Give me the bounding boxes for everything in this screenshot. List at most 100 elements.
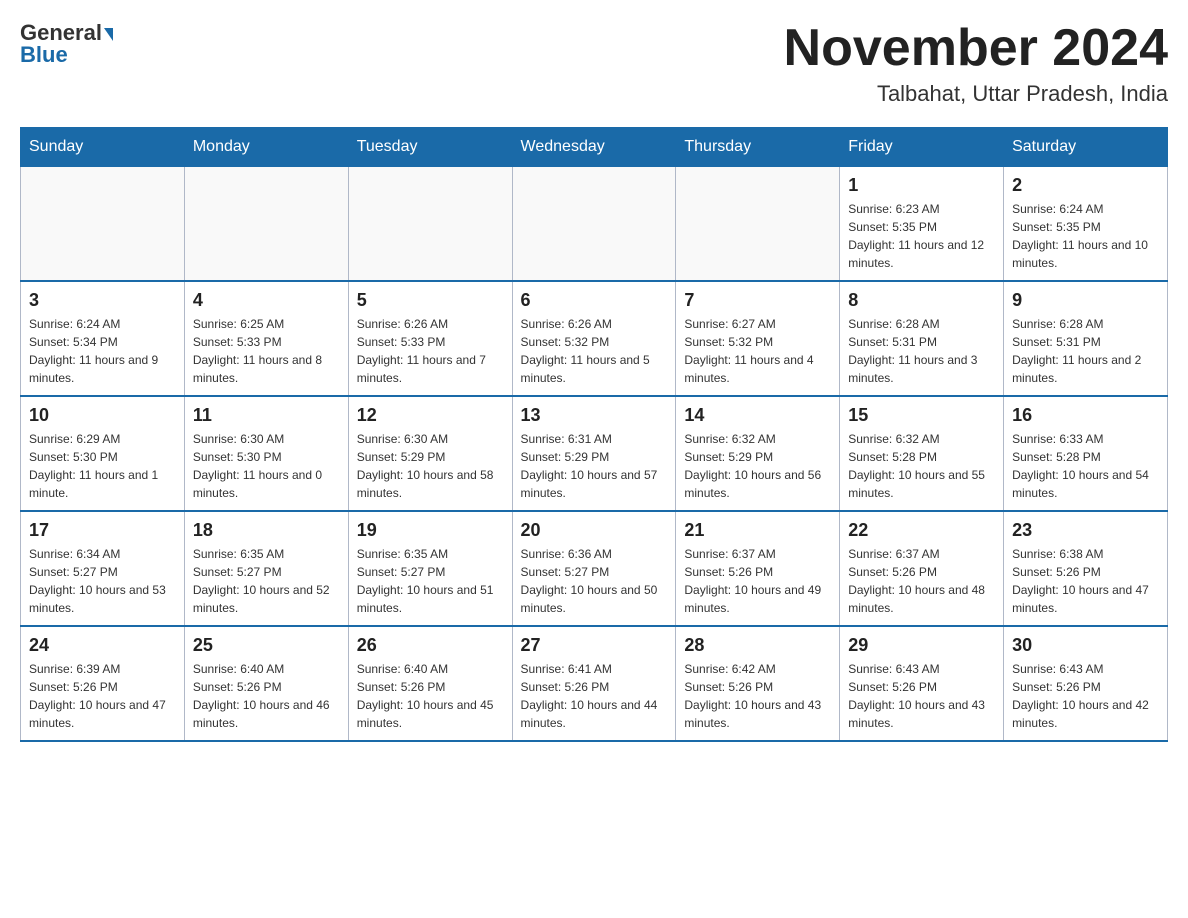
col-saturday: Saturday bbox=[1004, 128, 1168, 167]
day-info: Sunrise: 6:26 AM Sunset: 5:32 PM Dayligh… bbox=[521, 315, 668, 387]
table-row: 30Sunrise: 6:43 AM Sunset: 5:26 PM Dayli… bbox=[1004, 626, 1168, 741]
day-number: 11 bbox=[193, 405, 340, 426]
day-number: 17 bbox=[29, 520, 176, 541]
day-number: 2 bbox=[1012, 175, 1159, 196]
day-number: 21 bbox=[684, 520, 831, 541]
day-number: 8 bbox=[848, 290, 995, 311]
day-number: 23 bbox=[1012, 520, 1159, 541]
table-row: 15 Sunrise: 6:32 AM Sunset: 5:28 PM Dayli… bbox=[840, 396, 1004, 511]
table-row bbox=[184, 167, 348, 282]
table-row: 19 Sunrise: 6:35 AM Sunset: 5:27 PM Dayli… bbox=[348, 511, 512, 626]
day-number: 7 bbox=[684, 290, 831, 311]
day-info: Sunrise: 6:28 AM Sunset: 5:31 PM Dayligh… bbox=[848, 315, 995, 387]
day-info: Sunrise: 6:36 AM Sunset: 5:27 PM Dayligh… bbox=[521, 545, 668, 617]
table-row: 1Sunrise: 6:23 AM Sunset: 5:35 PM Daylig… bbox=[840, 167, 1004, 282]
calendar-header-row: Sunday Monday Tuesday Wednesday Thursday… bbox=[21, 128, 1168, 167]
day-number: 22 bbox=[848, 520, 995, 541]
title-section: November 2024 Talbahat, Uttar Pradesh, I… bbox=[784, 20, 1168, 107]
day-info: Sunrise: 6:32 AM Sunset: 5:29 PM Dayligh… bbox=[684, 430, 831, 502]
table-row: 25 Sunrise: 6:40 AM Sunset: 5:26 PM Dayli… bbox=[184, 626, 348, 741]
col-wednesday: Wednesday bbox=[512, 128, 676, 167]
table-row: 20 Sunrise: 6:36 AM Sunset: 5:27 PM Dayli… bbox=[512, 511, 676, 626]
day-info: Sunrise: 6:42 AM Sunset: 5:26 PM Dayligh… bbox=[684, 660, 831, 732]
day-info: Sunrise: 6:30 AM Sunset: 5:29 PM Dayligh… bbox=[357, 430, 504, 502]
logo-blue-text: Blue bbox=[20, 42, 68, 68]
day-info: Sunrise: 6:38 AM Sunset: 5:26 PM Dayligh… bbox=[1012, 545, 1159, 617]
day-number: 29 bbox=[848, 635, 995, 656]
day-number: 14 bbox=[684, 405, 831, 426]
col-tuesday: Tuesday bbox=[348, 128, 512, 167]
day-number: 9 bbox=[1012, 290, 1159, 311]
table-row: 7Sunrise: 6:27 AM Sunset: 5:32 PM Daylig… bbox=[676, 281, 840, 396]
table-row: 21Sunrise: 6:37 AM Sunset: 5:26 PM Dayli… bbox=[676, 511, 840, 626]
table-row: 6Sunrise: 6:26 AM Sunset: 5:32 PM Daylig… bbox=[512, 281, 676, 396]
table-row: 22 Sunrise: 6:37 AM Sunset: 5:26 PM Dayli… bbox=[840, 511, 1004, 626]
day-info: Sunrise: 6:43 AM Sunset: 5:26 PM Dayligh… bbox=[848, 660, 995, 732]
table-row: 17 Sunrise: 6:34 AM Sunset: 5:27 PM Dayli… bbox=[21, 511, 185, 626]
col-monday: Monday bbox=[184, 128, 348, 167]
table-row bbox=[512, 167, 676, 282]
table-row: 11Sunrise: 6:30 AM Sunset: 5:30 PM Dayli… bbox=[184, 396, 348, 511]
calendar-table: Sunday Monday Tuesday Wednesday Thursday… bbox=[20, 127, 1168, 742]
col-sunday: Sunday bbox=[21, 128, 185, 167]
day-number: 26 bbox=[357, 635, 504, 656]
day-info: Sunrise: 6:25 AM Sunset: 5:33 PM Dayligh… bbox=[193, 315, 340, 387]
day-info: Sunrise: 6:31 AM Sunset: 5:29 PM Dayligh… bbox=[521, 430, 668, 502]
day-info: Sunrise: 6:39 AM Sunset: 5:26 PM Dayligh… bbox=[29, 660, 176, 732]
table-row: 14 Sunrise: 6:32 AM Sunset: 5:29 PM Dayli… bbox=[676, 396, 840, 511]
table-row: 23 Sunrise: 6:38 AM Sunset: 5:26 PM Dayli… bbox=[1004, 511, 1168, 626]
day-number: 18 bbox=[193, 520, 340, 541]
day-number: 1 bbox=[848, 175, 995, 196]
table-row: 2 Sunrise: 6:24 AM Sunset: 5:35 PM Daylig… bbox=[1004, 167, 1168, 282]
day-info: Sunrise: 6:37 AM Sunset: 5:26 PM Dayligh… bbox=[848, 545, 995, 617]
table-row: 27 Sunrise: 6:41 AM Sunset: 5:26 PM Dayli… bbox=[512, 626, 676, 741]
calendar-week-row: 24 Sunrise: 6:39 AM Sunset: 5:26 PM Dayli… bbox=[21, 626, 1168, 741]
day-info: Sunrise: 6:40 AM Sunset: 5:26 PM Dayligh… bbox=[357, 660, 504, 732]
day-number: 16 bbox=[1012, 405, 1159, 426]
calendar-week-row: 10 Sunrise: 6:29 AM Sunset: 5:30 PM Dayli… bbox=[21, 396, 1168, 511]
day-info: Sunrise: 6:34 AM Sunset: 5:27 PM Dayligh… bbox=[29, 545, 176, 617]
day-info: Sunrise: 6:33 AM Sunset: 5:28 PM Dayligh… bbox=[1012, 430, 1159, 502]
table-row: 29 Sunrise: 6:43 AM Sunset: 5:26 PM Dayli… bbox=[840, 626, 1004, 741]
day-number: 3 bbox=[29, 290, 176, 311]
month-title: November 2024 bbox=[784, 20, 1168, 77]
calendar-week-row: 17 Sunrise: 6:34 AM Sunset: 5:27 PM Dayli… bbox=[21, 511, 1168, 626]
day-number: 4 bbox=[193, 290, 340, 311]
day-info: Sunrise: 6:28 AM Sunset: 5:31 PM Dayligh… bbox=[1012, 315, 1159, 387]
day-info: Sunrise: 6:40 AM Sunset: 5:26 PM Dayligh… bbox=[193, 660, 340, 732]
table-row: 4 Sunrise: 6:25 AM Sunset: 5:33 PM Daylig… bbox=[184, 281, 348, 396]
col-thursday: Thursday bbox=[676, 128, 840, 167]
day-info: Sunrise: 6:41 AM Sunset: 5:26 PM Dayligh… bbox=[521, 660, 668, 732]
table-row: 10 Sunrise: 6:29 AM Sunset: 5:30 PM Dayli… bbox=[21, 396, 185, 511]
day-number: 30 bbox=[1012, 635, 1159, 656]
day-info: Sunrise: 6:26 AM Sunset: 5:33 PM Dayligh… bbox=[357, 315, 504, 387]
day-number: 24 bbox=[29, 635, 176, 656]
table-row bbox=[348, 167, 512, 282]
day-info: Sunrise: 6:35 AM Sunset: 5:27 PM Dayligh… bbox=[193, 545, 340, 617]
table-row: 9 Sunrise: 6:28 AM Sunset: 5:31 PM Daylig… bbox=[1004, 281, 1168, 396]
table-row: 24 Sunrise: 6:39 AM Sunset: 5:26 PM Dayli… bbox=[21, 626, 185, 741]
day-info: Sunrise: 6:29 AM Sunset: 5:30 PM Dayligh… bbox=[29, 430, 176, 502]
table-row: 3 Sunrise: 6:24 AM Sunset: 5:34 PM Daylig… bbox=[21, 281, 185, 396]
day-number: 15 bbox=[848, 405, 995, 426]
page-header: General Blue November 2024 Talbahat, Utt… bbox=[20, 20, 1168, 107]
table-row: 16 Sunrise: 6:33 AM Sunset: 5:28 PM Dayli… bbox=[1004, 396, 1168, 511]
location-title: Talbahat, Uttar Pradesh, India bbox=[784, 81, 1168, 107]
calendar-week-row: 1Sunrise: 6:23 AM Sunset: 5:35 PM Daylig… bbox=[21, 167, 1168, 282]
day-number: 5 bbox=[357, 290, 504, 311]
day-info: Sunrise: 6:24 AM Sunset: 5:34 PM Dayligh… bbox=[29, 315, 176, 387]
table-row: 13Sunrise: 6:31 AM Sunset: 5:29 PM Dayli… bbox=[512, 396, 676, 511]
day-number: 20 bbox=[521, 520, 668, 541]
table-row: 12Sunrise: 6:30 AM Sunset: 5:29 PM Dayli… bbox=[348, 396, 512, 511]
logo: General Blue bbox=[20, 20, 113, 68]
day-number: 25 bbox=[193, 635, 340, 656]
day-number: 27 bbox=[521, 635, 668, 656]
day-info: Sunrise: 6:32 AM Sunset: 5:28 PM Dayligh… bbox=[848, 430, 995, 502]
day-number: 28 bbox=[684, 635, 831, 656]
day-number: 10 bbox=[29, 405, 176, 426]
table-row: 26 Sunrise: 6:40 AM Sunset: 5:26 PM Dayli… bbox=[348, 626, 512, 741]
day-info: Sunrise: 6:24 AM Sunset: 5:35 PM Dayligh… bbox=[1012, 200, 1159, 272]
day-info: Sunrise: 6:35 AM Sunset: 5:27 PM Dayligh… bbox=[357, 545, 504, 617]
day-number: 19 bbox=[357, 520, 504, 541]
col-friday: Friday bbox=[840, 128, 1004, 167]
